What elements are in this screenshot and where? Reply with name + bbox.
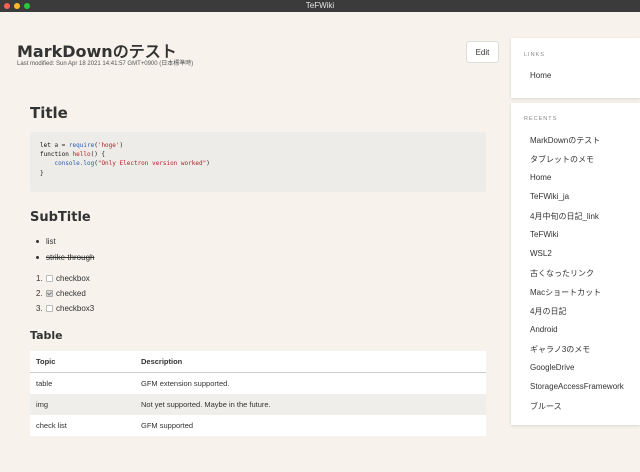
recent-item[interactable]: StorageAccessFramework	[530, 382, 624, 391]
recent-item[interactable]: ブルース	[530, 401, 562, 412]
recent-item[interactable]: WSL2	[530, 249, 552, 258]
task-item: 3. checkbox3	[36, 303, 95, 313]
edit-button[interactable]: Edit	[466, 41, 499, 63]
heading-subtitle: SubTitle	[30, 210, 91, 225]
code-line: let a = require('hoge')	[40, 142, 124, 149]
heading-table: Table	[30, 329, 63, 342]
recent-item[interactable]: TeFWiki_ja	[530, 192, 569, 201]
table-header-cell: Topic	[30, 351, 136, 373]
window-title: TeFWiki	[305, 1, 335, 10]
recent-item[interactable]: TeFWiki	[530, 230, 558, 239]
links-panel: LINKS Home	[511, 38, 640, 98]
recent-item[interactable]: 4月中旬の日記_link	[530, 211, 599, 222]
table-row: check list GFM supported	[30, 415, 486, 436]
links-title: LINKS	[524, 52, 545, 58]
recent-item[interactable]: タブレットのメモ	[530, 154, 594, 165]
recent-item[interactable]: MarkDownのテスト	[530, 135, 600, 146]
recent-item[interactable]: Macショートカット	[530, 287, 601, 298]
recent-item[interactable]: 4月の日記	[530, 306, 566, 317]
task-list: 1. checkbox 2. checked 3. checkbox3	[36, 271, 94, 316]
checkbox-checked[interactable]	[46, 290, 53, 297]
recents-title: RECENTS	[524, 116, 558, 122]
code-line: console.log("Only Electron version worke…	[54, 160, 210, 168]
checkbox-unchecked[interactable]	[46, 305, 53, 312]
markdown-table: Topic Description table GFM extension su…	[30, 351, 486, 436]
close-window-button[interactable]	[4, 3, 10, 9]
task-item: 1. checkbox	[36, 273, 90, 283]
recent-item[interactable]: Android	[530, 325, 558, 334]
task-item: 2. checked	[36, 288, 86, 298]
link-item-home[interactable]: Home	[530, 71, 551, 80]
recent-item[interactable]: Home	[530, 173, 551, 182]
table-cell: check list	[30, 415, 136, 436]
heading-title: Title	[30, 104, 68, 122]
code-block: let a = require('hoge') function hello()…	[30, 132, 486, 192]
table-header-cell: Description	[136, 351, 486, 373]
table-cell: Not yet supported. Maybe in the future.	[136, 394, 486, 415]
table-cell: GFM supported	[136, 415, 486, 436]
table-row: table GFM extension supported.	[30, 372, 486, 394]
table-cell: GFM extension supported.	[136, 372, 486, 394]
recents-panel: RECENTS MarkDownのテスト タブレットのメモ Home TeFWi…	[511, 103, 640, 425]
checkbox-unchecked[interactable]	[46, 275, 53, 282]
recent-item[interactable]: 古くなったリンク	[530, 268, 594, 279]
recent-item[interactable]: GoogleDrive	[530, 363, 574, 372]
bullet-list: list strike through	[36, 236, 94, 268]
list-item-strikethrough: strike through	[36, 252, 94, 268]
window-titlebar: TeFWiki	[0, 0, 640, 12]
list-item: list	[36, 236, 94, 252]
last-modified-text: Last modified: Sun Apr 18 2021 14:41:57 …	[17, 61, 194, 67]
table-cell: img	[30, 394, 136, 415]
recent-item[interactable]: ギャラノ3のメモ	[530, 344, 590, 355]
minimize-window-button[interactable]	[14, 3, 20, 9]
table-row: img Not yet supported. Maybe in the futu…	[30, 394, 486, 415]
code-line: function hello() {	[40, 151, 106, 159]
zoom-window-button[interactable]	[24, 3, 30, 9]
code-line: }	[40, 169, 44, 177]
table-header-row: Topic Description	[30, 351, 486, 373]
table-cell: table	[30, 372, 136, 394]
